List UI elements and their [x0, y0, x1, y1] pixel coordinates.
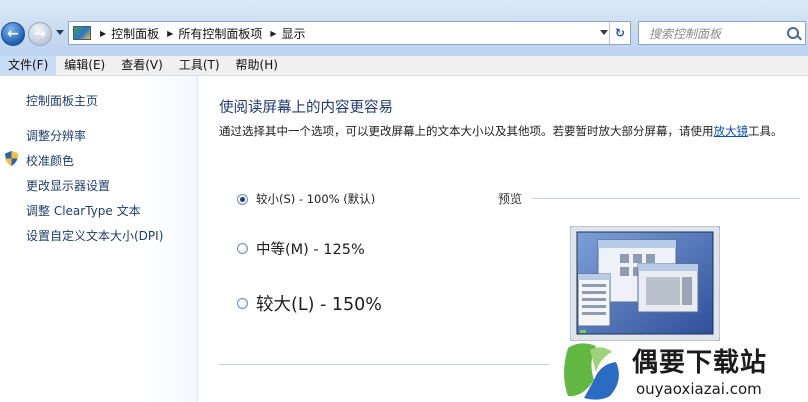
preview-divider	[532, 198, 800, 199]
menu-tools[interactable]: 工具(T)	[171, 56, 228, 75]
refresh-icon[interactable]: ↻	[609, 22, 630, 44]
recent-pages-dropdown-icon[interactable]	[56, 30, 64, 35]
back-arrow-icon[interactable]: ←	[1, 22, 25, 46]
page-description: 通过选择其中一个选项，可以更改屏幕上的文本大小以及其他项。若要暂时放大部分屏幕，…	[219, 122, 794, 140]
radio-smaller[interactable]	[237, 193, 248, 205]
forward-arrow-icon[interactable]: →	[28, 22, 52, 46]
watermark: 偶要下载站 ouyaoxiazai.com	[560, 340, 808, 402]
preview-label: 预览	[498, 192, 523, 206]
control-panel-icon	[73, 26, 91, 40]
description-text-end: 工具。	[748, 124, 783, 138]
watermark-url: ouyaoxiazai.com	[636, 380, 762, 398]
menu-bar: 文件(F) 编辑(E) 查看(V) 工具(T) 帮助(H)	[0, 56, 808, 76]
option-larger[interactable]: 较大(L) - 150%	[237, 291, 382, 316]
address-dropdown-icon[interactable]	[600, 30, 608, 35]
breadcrumb-separator-icon[interactable]: ▶	[270, 29, 276, 38]
sidebar-item-calibrate-color[interactable]: 校准颜色	[26, 152, 74, 169]
sidebar-item-home[interactable]: 控制面板主页	[26, 92, 98, 109]
breadcrumb-display[interactable]: 显示	[282, 25, 306, 42]
option-smaller-label[interactable]: 较小(S) - 100% (默认)	[256, 191, 375, 207]
menu-view[interactable]: 查看(V)	[113, 56, 171, 75]
breadcrumb-control-panel[interactable]: 控制面板	[111, 25, 159, 42]
preview-image	[570, 226, 720, 341]
magnifier-link[interactable]: 放大镜	[714, 124, 749, 138]
address-bar[interactable]: ▶ 控制面板 ▶ 所有控制面板项 ▶ 显示 ↻	[68, 21, 631, 45]
menu-edit[interactable]: 编辑(E)	[56, 56, 113, 75]
shield-icon	[5, 151, 18, 166]
sidebar: 控制面板主页 调整分辨率 校准颜色 更改显示器设置 调整 ClearType 文…	[0, 76, 198, 402]
breadcrumb-all-items[interactable]: 所有控制面板项	[178, 25, 262, 42]
description-text: 通过选择其中一个选项，可以更改屏幕上的文本大小以及其他项。若要暂时放大部分屏幕，…	[219, 124, 714, 138]
page-title: 使阅读屏幕上的内容更容易	[219, 100, 393, 116]
sidebar-item-custom-dpi[interactable]: 设置自定义文本大小(DPI)	[26, 227, 163, 244]
menu-file[interactable]: 文件(F)	[0, 56, 57, 75]
breadcrumb-separator-icon[interactable]: ▶	[100, 29, 106, 38]
search-input[interactable]: 搜索控制面板	[638, 21, 806, 45]
watermark-logo-icon	[564, 343, 619, 400]
option-larger-label[interactable]: 较大(L) - 150%	[256, 291, 382, 316]
option-smaller[interactable]: 较小(S) - 100% (默认)	[237, 191, 375, 207]
menu-help[interactable]: 帮助(H)	[228, 56, 286, 75]
content-divider	[219, 364, 549, 365]
watermark-title: 偶要下载站	[632, 348, 768, 378]
breadcrumb-separator-icon[interactable]: ▶	[167, 29, 173, 38]
sidebar-item-cleartype[interactable]: 调整 ClearType 文本	[26, 202, 141, 219]
radio-medium[interactable]	[237, 243, 248, 254]
option-medium-label[interactable]: 中等(M) - 125%	[256, 238, 365, 259]
navigation-bar: ← → ▶ 控制面板 ▶ 所有控制面板项 ▶ 显示 ↻ 搜索控制面板	[0, 0, 808, 56]
radio-larger[interactable]	[237, 298, 248, 309]
sidebar-item-display-settings[interactable]: 更改显示器设置	[26, 177, 110, 194]
search-icon[interactable]	[787, 27, 799, 39]
option-medium[interactable]: 中等(M) - 125%	[237, 238, 365, 259]
search-placeholder: 搜索控制面板	[649, 26, 722, 41]
sidebar-item-resolution[interactable]: 调整分辨率	[26, 127, 86, 144]
